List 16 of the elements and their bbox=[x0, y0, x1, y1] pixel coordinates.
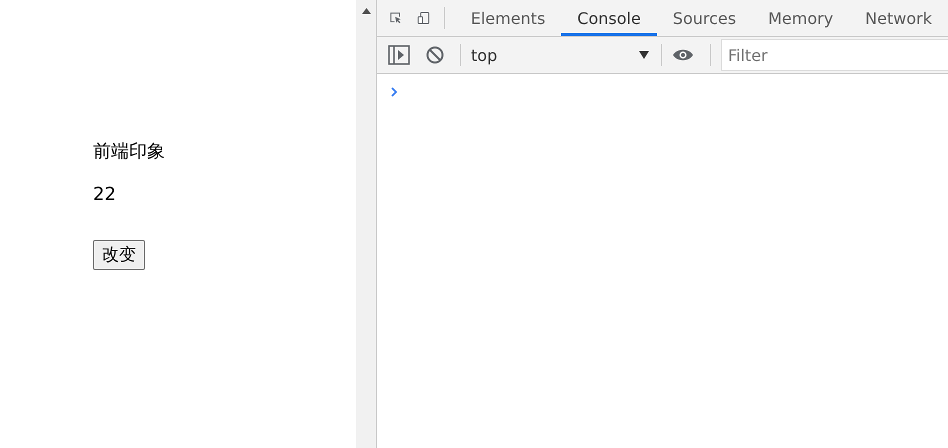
prompt-icon[interactable] bbox=[391, 87, 398, 97]
caret-icon bbox=[639, 51, 649, 59]
clear-icon[interactable] bbox=[426, 46, 444, 64]
eye-icon[interactable] bbox=[672, 48, 694, 62]
sidebar-toggle-icon[interactable] bbox=[388, 45, 410, 65]
context-dropdown[interactable]: top bbox=[471, 46, 649, 64]
change-button[interactable]: 改变 bbox=[93, 240, 145, 270]
scroll-up-icon[interactable] bbox=[362, 8, 370, 14]
page-title: 前端印象 bbox=[93, 140, 165, 164]
count-text: 22 bbox=[93, 183, 116, 207]
devtools-tab[interactable]: Elements bbox=[454, 0, 562, 36]
devtools-tab[interactable]: Memory bbox=[752, 0, 850, 36]
scrollbar[interactable] bbox=[356, 0, 377, 448]
devtools-tab[interactable]: Network bbox=[849, 0, 948, 36]
devtools-tab[interactable]: Sources bbox=[656, 0, 752, 36]
filter-field[interactable]: Filter bbox=[721, 39, 948, 71]
